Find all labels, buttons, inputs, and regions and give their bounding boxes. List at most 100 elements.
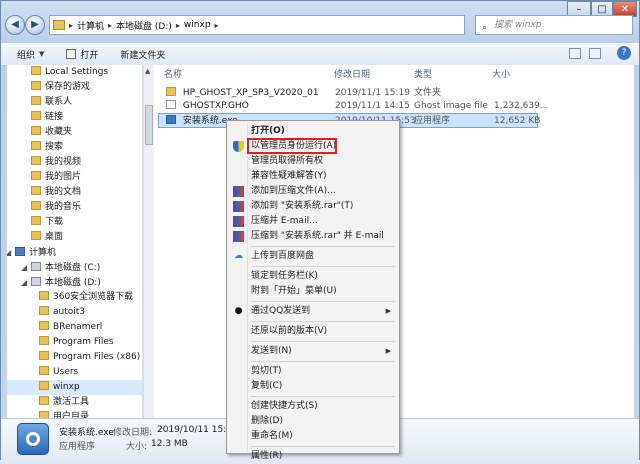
tree-expander-icon[interactable]: ◢: [21, 275, 31, 290]
menu-item[interactable]: 附到「开始」菜单(U): [229, 284, 397, 299]
menu-item-label: 创建快捷方式(S): [251, 401, 318, 411]
submenu-arrow-icon: ▶: [385, 307, 391, 315]
navigation-pane: Local Settings 保存的游戏联系人 链接 收藏夹搜索我的视频 我的图片 我的文…: [7, 65, 143, 418]
nav-item[interactable]: winxp: [7, 380, 142, 395]
menu-item-label: 发送到(N): [251, 346, 292, 356]
menu-item[interactable]: 属性(R): [229, 449, 397, 464]
nav-item-label: winxp: [53, 382, 80, 392]
menu-item-label: 压缩并 E-mail...: [251, 216, 318, 226]
folder-icon: [31, 66, 41, 75]
menu-item[interactable]: ☁ 上传到百度网盘: [229, 249, 397, 264]
organize-label: 组织: [17, 50, 36, 61]
nav-item[interactable]: 我的文档: [7, 185, 142, 200]
nav-item[interactable]: 激活工具: [7, 395, 142, 410]
nav-item[interactable]: Users: [7, 365, 142, 380]
nav-item[interactable]: 保存的游戏: [7, 80, 142, 95]
nav-item[interactable]: Local Settings: [7, 65, 142, 80]
menu-item[interactable]: 剪切(T): [229, 364, 397, 379]
menu-separator: [251, 321, 395, 322]
column-header-date[interactable]: 修改日期: [334, 67, 370, 80]
menu-item[interactable]: 锁定到任务栏(K): [229, 269, 397, 284]
nav-item[interactable]: 链接: [7, 110, 142, 125]
address-bar[interactable]: ▸ 计算机 ▸ 本地磁盘 (D:) ▸ winxp ▸ ⟳: [49, 15, 504, 35]
column-header-size[interactable]: 大小: [492, 67, 510, 80]
menu-item[interactable]: 添加到 "安装系统.rar"(T): [229, 199, 397, 214]
installer-large-icon: [17, 423, 49, 455]
nav-item[interactable]: 我的视频: [7, 155, 142, 170]
nav-item[interactable]: 下载: [7, 215, 142, 230]
nav-item[interactable]: 360安全浏览器下载: [7, 290, 142, 305]
nav-item[interactable]: Program Files (x86): [7, 350, 142, 365]
menu-item[interactable]: 兼容性疑难解答(Y): [229, 169, 397, 184]
menu-item[interactable]: 重命名(M): [229, 429, 397, 444]
nav-item[interactable]: ◢ 本地磁盘 (C:): [7, 260, 142, 275]
column-header-name[interactable]: 名称: [164, 67, 182, 80]
menu-item[interactable]: 添加到压缩文件(A)...: [229, 184, 397, 199]
menu-item[interactable]: 创建快捷方式(S): [229, 399, 397, 414]
folder-icon: [31, 81, 41, 90]
nav-item-label: 下载: [45, 217, 64, 227]
highlight-annotation: [247, 138, 337, 154]
open-button[interactable]: 打开: [66, 48, 98, 61]
nav-item[interactable]: 用户目录: [7, 410, 142, 418]
nav-item-label: 搜索: [45, 142, 64, 152]
nav-item[interactable]: 我的图片: [7, 170, 142, 185]
nav-item[interactable]: 搜索: [7, 140, 142, 155]
details-size-value: 12.3 MB: [151, 439, 188, 449]
details-date-label: 修改日期:: [113, 428, 153, 438]
file-date: 2019/11/1 14:15: [335, 101, 410, 111]
organize-button[interactable]: 组织 ▼: [17, 48, 44, 61]
search-input[interactable]: ⌕ 搜索 winxp: [475, 15, 633, 35]
folder-icon: [31, 216, 41, 225]
menu-item[interactable]: 打开(O): [229, 124, 397, 139]
nav-item[interactable]: 桌面: [7, 230, 142, 245]
menu-item[interactable]: 压缩并 E-mail...: [229, 214, 397, 229]
nav-item-label: 保存的游戏: [45, 82, 91, 92]
nav-item[interactable]: 我的音乐: [7, 200, 142, 215]
navigation-scrollbar[interactable]: ▲: [143, 65, 154, 418]
menu-item[interactable]: 管理员取得所有权: [229, 154, 397, 169]
forward-button[interactable]: ▶: [25, 15, 45, 35]
preview-pane-icon[interactable]: [589, 48, 601, 59]
menu-item[interactable]: 复制(C): [229, 379, 397, 394]
forward-arrow-icon: ▶: [31, 19, 39, 30]
menu-item[interactable]: 以管理员身份运行(A): [229, 138, 397, 154]
nav-item[interactable]: ◢ 计算机: [7, 245, 142, 260]
menu-item[interactable]: 删除(D): [229, 414, 397, 429]
menu-item-label: 管理员取得所有权: [251, 156, 324, 166]
menu-item[interactable]: ● 通过QQ发送到 ▶: [229, 304, 397, 319]
menu-item[interactable]: 发送到(N) ▶: [229, 344, 397, 359]
nav-item[interactable]: Program Files: [7, 335, 142, 350]
tree-expander-icon[interactable]: ◢: [21, 260, 31, 275]
breadcrumb-drive-d[interactable]: 本地磁盘 (D:): [116, 19, 172, 32]
view-icon[interactable]: [569, 48, 581, 59]
breadcrumb-winxp[interactable]: winxp: [184, 20, 211, 30]
folder-icon: [39, 351, 49, 360]
nav-item-label: Users: [53, 367, 79, 377]
new-folder-label: 新建文件夹: [120, 50, 166, 61]
chevron-right-icon: ▸: [69, 20, 74, 30]
submenu-arrow-icon: ▶: [385, 347, 391, 355]
menu-item-label: 压缩到 "安装系统.rar" 并 E-mail: [251, 231, 384, 241]
folder-icon: [31, 141, 41, 150]
scrollbar-thumb[interactable]: [145, 105, 153, 145]
new-folder-button[interactable]: 新建文件夹: [120, 48, 165, 61]
explorer-window: – □ ✕ ◀ ▶ ▸ 计算机 ▸ 本地磁盘 (D:) ▸ winxp ▸ ⟳ …: [0, 0, 640, 461]
scroll-up-icon[interactable]: ▲: [145, 67, 150, 75]
menu-item[interactable]: 压缩到 "安装系统.rar" 并 E-mail: [229, 229, 397, 244]
open-label: 打开: [80, 50, 99, 61]
back-button[interactable]: ◀: [5, 15, 25, 35]
file-row[interactable]: GHOSTXP.GHO 2019/11/1 14:15 Ghost image …: [158, 99, 548, 114]
nav-item[interactable]: 收藏夹: [7, 125, 142, 140]
nav-item[interactable]: ◢ 本地磁盘 (D:): [7, 275, 142, 290]
breadcrumb-computer[interactable]: 计算机: [77, 19, 104, 32]
menu-item[interactable]: 还原以前的版本(V): [229, 324, 397, 339]
help-icon[interactable]: ?: [617, 46, 631, 60]
menu-item-label: 上传到百度网盘: [251, 251, 315, 261]
tree-expander-icon[interactable]: ◢: [7, 245, 15, 260]
winrar-icon: [233, 201, 244, 212]
nav-item[interactable]: autoit3: [7, 305, 142, 320]
nav-item[interactable]: BRenamerl: [7, 320, 142, 335]
nav-item[interactable]: 联系人: [7, 95, 142, 110]
column-header-type[interactable]: 类型: [414, 67, 432, 80]
